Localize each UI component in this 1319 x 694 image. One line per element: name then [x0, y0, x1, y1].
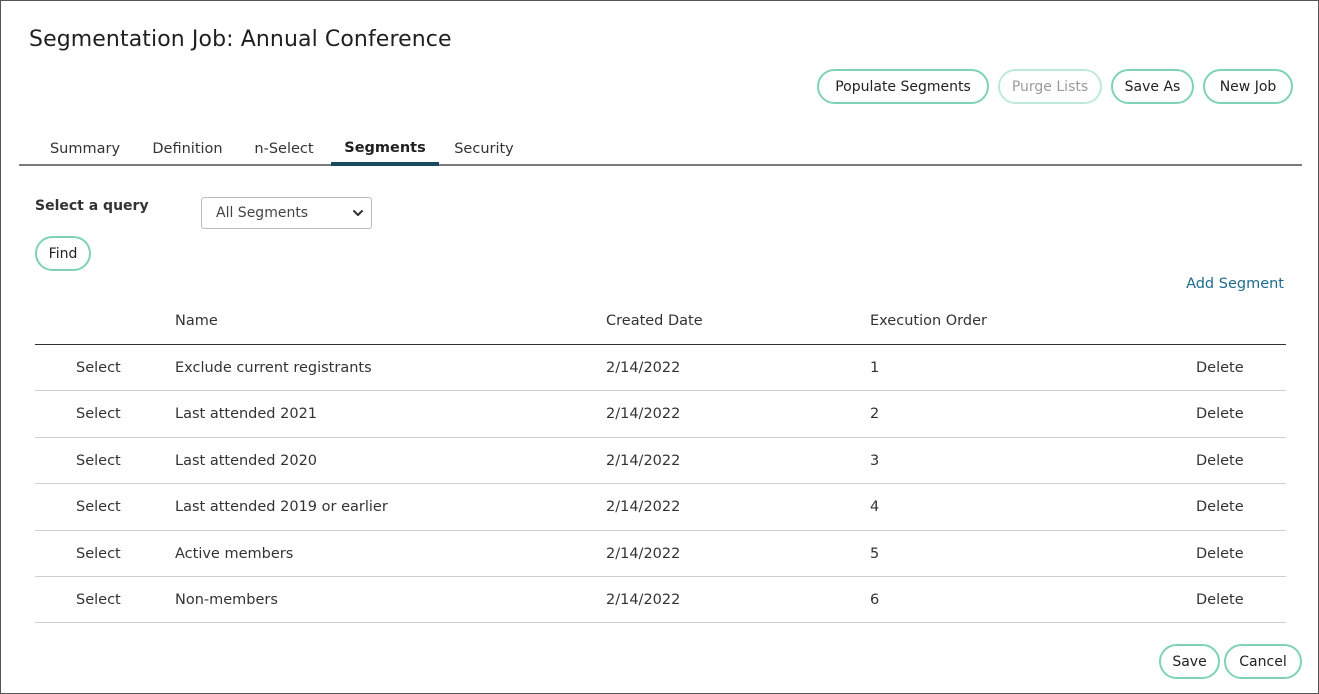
tab-summary[interactable]: Summary	[33, 133, 137, 164]
execution-order: 6	[870, 591, 880, 608]
segments-table: Name Created Date Execution Order Select…	[35, 303, 1286, 624]
created-date: 2/14/2022	[606, 406, 681, 423]
select-link[interactable]: Select	[76, 360, 121, 376]
delete-link[interactable]: Delete	[1196, 360, 1244, 376]
delete-link[interactable]: Delete	[1196, 453, 1244, 469]
column-header-created-date: Created Date	[606, 313, 703, 329]
tab-security[interactable]: Security	[443, 133, 525, 164]
created-date: 2/14/2022	[606, 591, 681, 608]
select-link[interactable]: Select	[76, 406, 121, 422]
select-link[interactable]: Select	[76, 592, 121, 608]
execution-order: 3	[870, 452, 880, 469]
new-job-button[interactable]: New Job	[1203, 69, 1293, 104]
created-date: 2/14/2022	[606, 499, 681, 516]
save-button[interactable]: Save	[1159, 644, 1220, 679]
tab-n-select[interactable]: n-Select	[241, 133, 327, 164]
table-row: Select Last attended 2020 2/14/2022 3 De…	[35, 438, 1286, 485]
tab-definition[interactable]: Definition	[141, 133, 234, 164]
table-row: Select Active members 2/14/2022 5 Delete	[35, 531, 1286, 577]
table-header: Name Created Date Execution Order	[35, 303, 1286, 345]
delete-link[interactable]: Delete	[1196, 499, 1244, 515]
table-row: Select Exclude current registrants 2/14/…	[35, 345, 1286, 392]
segment-name: Last attended 2021	[175, 406, 318, 423]
column-header-execution-order: Execution Order	[870, 313, 987, 329]
column-header-name: Name	[175, 313, 218, 329]
execution-order: 1	[870, 360, 880, 376]
add-segment-link[interactable]: Add Segment	[1186, 276, 1284, 292]
tab-bar: Summary Definition n-Select Segments Sec…	[19, 133, 1302, 166]
save-as-button[interactable]: Save As	[1111, 69, 1194, 104]
delete-link[interactable]: Delete	[1196, 592, 1244, 608]
select-link[interactable]: Select	[76, 499, 121, 515]
delete-link[interactable]: Delete	[1196, 546, 1244, 562]
select-link[interactable]: Select	[76, 453, 121, 469]
purge-lists-button[interactable]: Purge Lists	[998, 69, 1102, 104]
table-row: Select Non-members 2/14/2022 6 Delete	[35, 577, 1286, 624]
execution-order: 4	[870, 499, 880, 516]
find-button[interactable]: Find	[35, 236, 91, 271]
segment-name: Non-members	[175, 591, 278, 608]
created-date: 2/14/2022	[606, 452, 681, 469]
execution-order: 5	[870, 545, 880, 562]
window-frame: Segmentation Job: Annual Conference Popu…	[0, 0, 1319, 694]
created-date: 2/14/2022	[606, 360, 681, 376]
cancel-button[interactable]: Cancel	[1224, 644, 1302, 679]
query-select[interactable]: All Segments	[201, 197, 372, 229]
page-title: Segmentation Job: Annual Conference	[29, 27, 452, 52]
select-link[interactable]: Select	[76, 546, 121, 562]
table-row: Select Last attended 2021 2/14/2022 2 De…	[35, 391, 1286, 438]
populate-segments-button[interactable]: Populate Segments	[817, 69, 989, 104]
chevron-down-icon	[353, 210, 363, 216]
segment-name: Exclude current registrants	[175, 360, 372, 376]
select-query-label: Select a query	[35, 198, 149, 214]
segment-name: Last attended 2020	[175, 452, 318, 469]
query-select-value: All Segments	[216, 205, 309, 221]
segment-name: Active members	[175, 545, 294, 562]
tab-segments[interactable]: Segments	[331, 133, 439, 166]
table-row: Select Last attended 2019 or earlier 2/1…	[35, 484, 1286, 531]
created-date: 2/14/2022	[606, 545, 681, 562]
segment-name: Last attended 2019 or earlier	[175, 499, 388, 516]
delete-link[interactable]: Delete	[1196, 406, 1244, 422]
execution-order: 2	[870, 406, 880, 423]
